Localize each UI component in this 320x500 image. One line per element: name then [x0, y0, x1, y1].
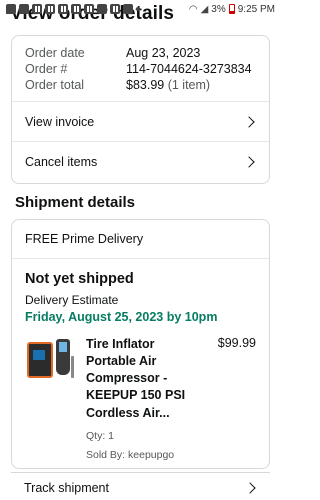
shipment-body: Not yet shipped Delivery Estimate Friday…	[12, 259, 269, 461]
order-date-label: Order date	[25, 46, 85, 60]
chevron-right-icon	[244, 481, 256, 494]
order-total-value-wrap: $83.99 (1 item)	[126, 78, 210, 92]
track-shipment-label: Track shipment	[24, 480, 109, 495]
cancel-items-button[interactable]: Cancel items	[12, 141, 269, 181]
message-icon	[6, 4, 16, 14]
chevron-right-icon	[243, 155, 255, 168]
view-invoice-button[interactable]: View invoice	[12, 101, 269, 141]
order-number-value: 114-7044624-3273834	[126, 62, 252, 76]
order-info-card: Order date Aug 23, 2023 Order # 114-7044…	[11, 35, 270, 184]
video-icon	[84, 4, 94, 14]
app-icon	[123, 4, 133, 14]
video-icon	[58, 4, 68, 14]
item-details: Tire Inflator Portable Air Compressor - …	[86, 336, 204, 461]
cancel-items-label: Cancel items	[25, 154, 98, 169]
battery-icon	[228, 4, 235, 14]
signal-icon: ◢	[200, 3, 209, 15]
delivery-estimate-label: Delivery Estimate	[25, 293, 119, 307]
video-icon	[71, 4, 81, 14]
wifi-icon: ◠	[188, 3, 198, 15]
chevron-right-icon	[243, 115, 255, 128]
shipment-section-title: Shipment details	[15, 194, 136, 211]
order-date-value: Aug 23, 2023	[126, 46, 201, 60]
order-total-row: Order total $83.99 (1 item)	[25, 77, 256, 93]
view-invoice-label: View invoice	[25, 114, 95, 129]
shipment-status: Not yet shipped	[25, 271, 134, 287]
order-total-label: Order total	[25, 78, 85, 92]
delivery-estimate-date: Friday, August 25, 2023 by 10pm	[25, 310, 218, 324]
product-price: $99.99	[217, 336, 256, 350]
product-seller: Sold By: keepupgo	[86, 448, 175, 461]
product-quantity: Qty: 1	[86, 429, 115, 442]
video-icon	[45, 4, 55, 14]
more-notifications-icon	[136, 7, 140, 11]
order-total-value: $83.99	[126, 78, 165, 92]
delivery-type: FREE Prime Delivery	[12, 220, 269, 259]
video-icon	[110, 4, 120, 14]
status-bar: ◠ ◢ 3% 9:25 PM	[0, 0, 281, 18]
order-number-row: Order # 114-7044624-3273834	[25, 61, 256, 77]
status-right: ◠ ◢ 3% 9:25 PM	[189, 4, 275, 15]
message-icon	[19, 4, 29, 14]
order-summary: Order date Aug 23, 2023 Order # 114-7044…	[12, 36, 269, 101]
gmail-icon	[97, 4, 107, 14]
product-image[interactable]	[26, 336, 76, 386]
order-item-count: (1 item)	[167, 78, 211, 92]
clock: 9:25 PM	[237, 3, 275, 15]
order-number-label: Order #	[25, 62, 68, 76]
order-item[interactable]: Tire Inflator Portable Air Compressor - …	[25, 336, 256, 461]
track-shipment-button[interactable]: Track shipment	[11, 472, 270, 500]
video-icon	[32, 4, 42, 14]
notification-icons	[6, 4, 140, 14]
battery-percent: 3%	[211, 3, 226, 15]
shipment-card: FREE Prime Delivery Not yet shipped Deli…	[11, 219, 270, 469]
product-title[interactable]: Tire Inflator Portable Air Compressor - …	[86, 336, 204, 422]
order-date-row: Order date Aug 23, 2023	[25, 45, 256, 61]
